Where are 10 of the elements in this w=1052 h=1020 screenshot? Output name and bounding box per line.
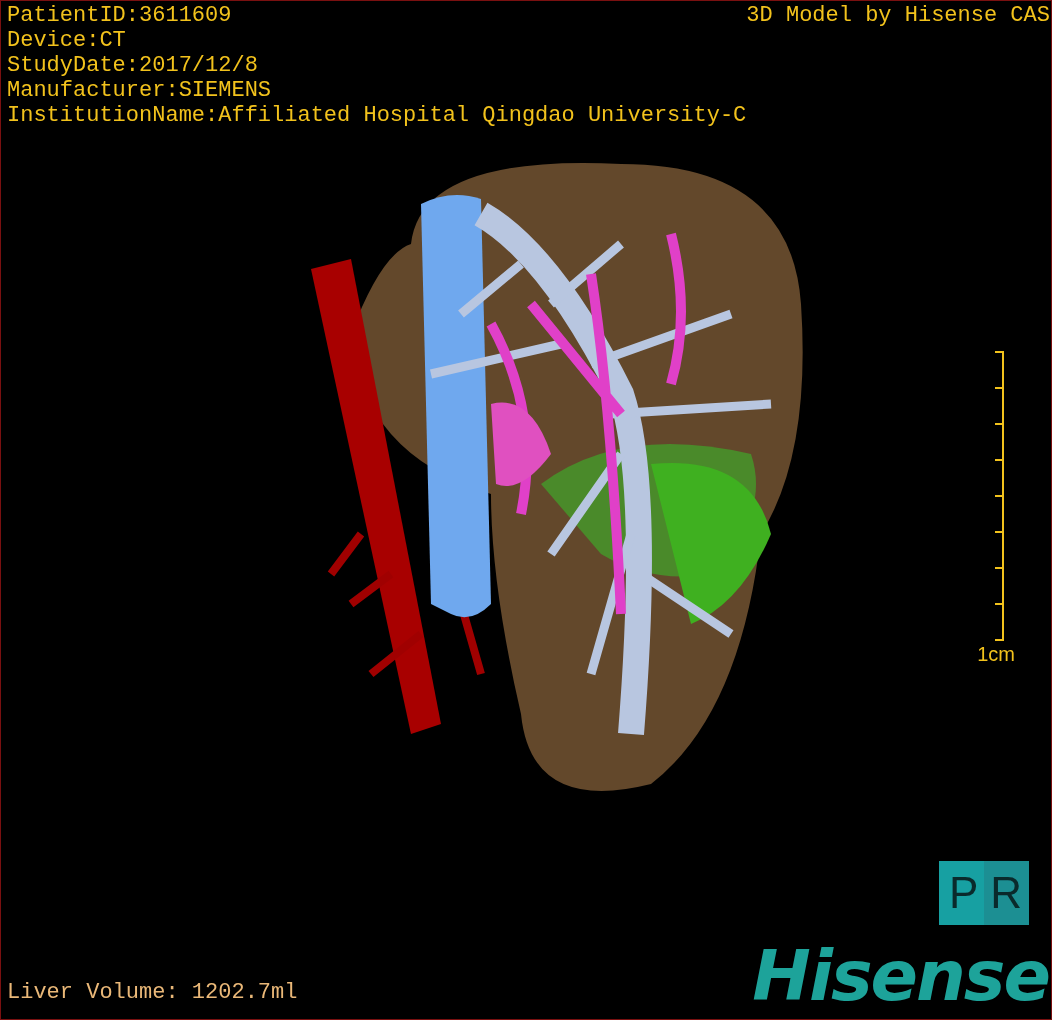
- pr-button[interactable]: PR: [939, 861, 1029, 925]
- info-text: StudyDate:2017/12/8: [7, 53, 258, 78]
- scale-label: 1cm: [977, 643, 1015, 666]
- info-text: PatientID:3611609: [7, 3, 232, 28]
- info-text: Manufacturer:SIEMENS: [7, 78, 272, 103]
- logo: Hisense: [752, 941, 1049, 1011]
- liver-volume-text: Liver Volume: 1202.7ml: [7, 980, 298, 1005]
- info-text: InstitutionName:Affiliated Hospital Qingdao University-C: [7, 103, 747, 128]
- title-text: 3D Model by Hisense CAS: [746, 3, 1050, 30]
- info-text: Device:CT: [7, 28, 126, 53]
